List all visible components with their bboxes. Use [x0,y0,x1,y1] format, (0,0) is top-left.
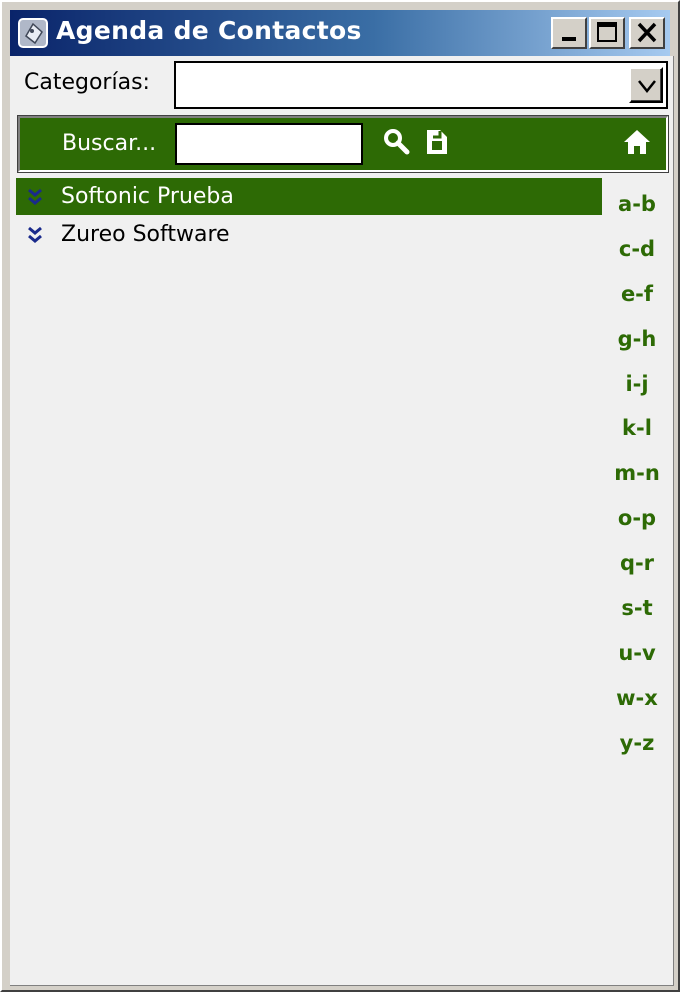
alpha-index-item[interactable]: k-l [604,410,670,455]
contact-row[interactable]: Softonic Prueba [16,178,602,215]
contact-list: Softonic Prueba Zureo Software [16,178,602,254]
alpha-index-item[interactable]: o-p [604,500,670,545]
alpha-index-item[interactable]: i-j [604,366,670,411]
alpha-index-item[interactable]: e-f [604,276,670,321]
alpha-index-item[interactable]: y-z [604,725,670,770]
categories-label: Categorías: [24,70,150,95]
client-area: Categorías: Buscar... Softonic Prueba Zu… [10,56,674,986]
categories-dropdown[interactable] [174,61,668,109]
home-icon[interactable] [622,127,652,161]
minimize-button[interactable] [551,17,587,49]
alpha-index-item[interactable]: u-v [604,635,670,680]
contact-row[interactable]: Zureo Software [16,216,602,253]
close-button[interactable] [629,17,665,49]
magnifier-icon[interactable] [382,127,412,161]
double-chevron-down-icon[interactable] [26,187,44,211]
dropdown-arrow-button[interactable] [629,67,663,103]
alpha-index-item[interactable]: g-h [604,321,670,366]
document-icon[interactable] [422,127,452,161]
contact-card-icon[interactable] [18,18,48,48]
alpha-index-item[interactable]: w-x [604,680,670,725]
title-bar[interactable]: Agenda de Contactos [10,10,670,56]
chevron-down-icon [638,80,656,94]
window-title: Agenda de Contactos [56,16,362,45]
search-toolbar: Buscar... [17,115,669,173]
alpha-index-item[interactable]: q-r [604,545,670,590]
alpha-index-item[interactable]: m-n [604,455,670,500]
alpha-index-item[interactable]: c-d [604,231,670,276]
search-label: Buscar... [62,131,157,156]
maximize-button[interactable] [589,17,625,49]
alpha-index-item[interactable]: a-b [604,186,670,231]
double-chevron-down-icon[interactable] [26,225,44,249]
app-window: Agenda de Contactos Categorías: Buscar..… [0,0,680,992]
alphabet-index: a-b c-d e-f g-h i-j k-l m-n o-p q-r s-t … [604,186,670,770]
contact-name[interactable]: Zureo Software [61,222,230,247]
contact-name[interactable]: Softonic Prueba [61,184,234,209]
search-input[interactable] [175,123,363,165]
alpha-index-item[interactable]: s-t [604,590,670,635]
